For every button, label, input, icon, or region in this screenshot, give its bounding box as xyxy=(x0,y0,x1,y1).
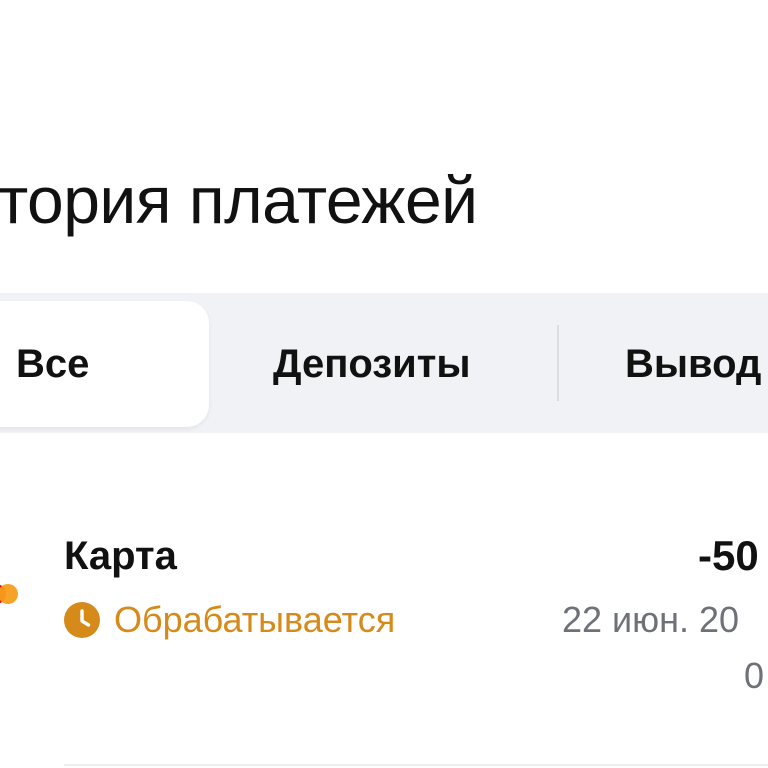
page-title: тория платежей xyxy=(0,163,478,237)
mastercard-logo-icon xyxy=(0,582,26,606)
transaction-status: Обрабатывается xyxy=(64,598,395,642)
payment-history-screen: тория платежей Все Депозиты Вывод Карта … xyxy=(0,0,768,768)
transaction-list-item[interactable]: Карта Обрабатывается -50 22 июн. 20 0 xyxy=(0,500,768,768)
status-text: Обрабатывается xyxy=(114,599,396,640)
transaction-date: 22 июн. 20 xyxy=(562,599,740,640)
tab-withdrawals[interactable]: Вывод xyxy=(625,301,761,427)
transaction-method: Карта xyxy=(64,534,177,578)
tab-all-label: Все xyxy=(16,341,90,386)
clock-icon xyxy=(64,602,100,638)
tab-divider xyxy=(557,325,559,401)
tab-deposits-label: Депозиты xyxy=(273,341,471,386)
list-divider xyxy=(64,764,768,766)
filter-tabs: Все Депозиты Вывод xyxy=(0,293,768,433)
tab-deposits[interactable]: Депозиты xyxy=(273,301,471,427)
tab-all[interactable]: Все xyxy=(0,301,209,427)
transaction-amount: -50 xyxy=(698,532,759,579)
tab-withdrawals-label: Вывод xyxy=(625,341,762,386)
transaction-time: 0 xyxy=(744,655,765,696)
